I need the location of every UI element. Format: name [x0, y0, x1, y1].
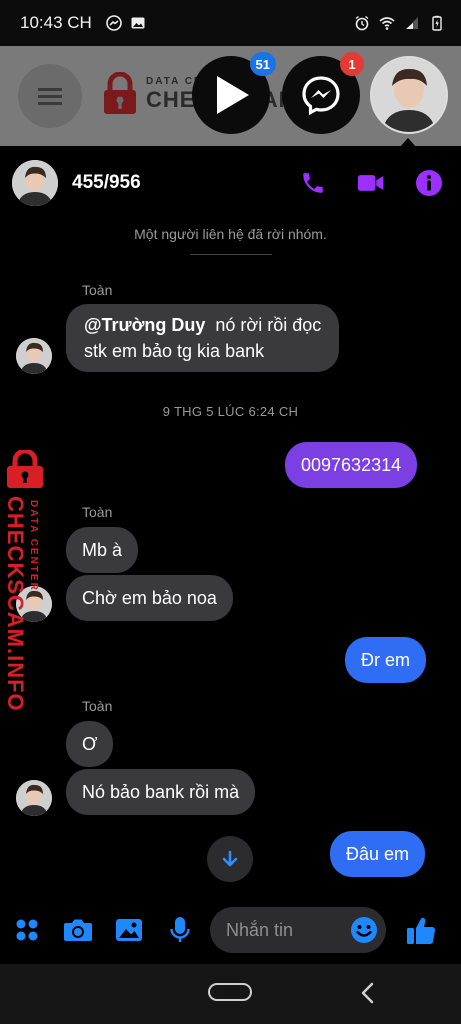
chat-header: 455/956: [0, 146, 461, 220]
watermark-padlock-icon: [7, 450, 43, 488]
scroll-to-bottom-button[interactable]: [207, 836, 253, 882]
conversation-info-button[interactable]: [415, 169, 443, 197]
arrow-down-icon: [222, 850, 238, 867]
system-navigation-bar: [0, 964, 461, 1024]
message-input[interactable]: [226, 919, 350, 941]
messenger-chat-head[interactable]: 1: [282, 52, 364, 134]
sender-avatar[interactable]: [16, 338, 52, 374]
incoming-message-bubble[interactable]: Mb à: [66, 527, 139, 573]
hamburger-menu-icon: [18, 64, 82, 128]
status-bar: 10:43 CH: [0, 0, 461, 46]
conversation-title[interactable]: 455/956: [72, 172, 141, 194]
camera-icon: [64, 919, 92, 941]
messenger-icon: [302, 76, 340, 115]
padlock-icon: [104, 72, 136, 114]
message-sender: Toàn: [82, 698, 113, 714]
voice-message-button[interactable]: [165, 915, 195, 945]
phone-icon: [303, 173, 323, 193]
home-button[interactable]: [208, 983, 252, 1001]
incoming-message-bubble[interactable]: Nó bảo bank rồi mà: [66, 769, 256, 815]
battery-icon: [432, 15, 442, 31]
message-sender: Toàn: [82, 282, 113, 298]
group-avatar[interactable]: [12, 160, 58, 206]
signal-icon: [406, 17, 418, 29]
video-badge: 51: [249, 52, 276, 76]
user-mention[interactable]: @Trường Duy: [84, 315, 205, 335]
more-actions-button[interactable]: [12, 915, 42, 945]
message-sender: Toàn: [82, 504, 113, 520]
watermark: DATA CENTER CHECKSCAM.INFO: [0, 450, 44, 712]
video-chat-head[interactable]: 51: [192, 52, 276, 134]
image-notification-icon: [131, 17, 145, 29]
video-call-icon: [357, 175, 384, 191]
divider: [190, 254, 272, 255]
thumbs-up-icon: [407, 917, 436, 945]
outgoing-message-bubble[interactable]: Đâu em: [330, 831, 426, 877]
mic-icon: [170, 917, 190, 942]
sender-avatar[interactable]: [16, 780, 52, 816]
send-like-button[interactable]: [404, 913, 438, 947]
gallery-icon: [116, 919, 142, 941]
info-icon: [416, 170, 442, 196]
message-composer: [0, 898, 461, 962]
back-icon[interactable]: [358, 982, 378, 1004]
incoming-message-bubble[interactable]: @Trường Duy nó rời rồi đọc stk em bảo tg…: [66, 304, 340, 372]
camera-button[interactable]: [63, 915, 93, 945]
outgoing-message-bubble[interactable]: 0097632314: [285, 442, 418, 488]
outgoing-message-bubble[interactable]: Đr em: [345, 637, 426, 683]
gallery-button[interactable]: [114, 915, 144, 945]
contact-chat-head-avatar[interactable]: [370, 56, 448, 134]
voice-call-button[interactable]: [299, 169, 327, 197]
alarm-icon: [355, 15, 369, 31]
incoming-message-bubble[interactable]: Ơ: [66, 721, 114, 767]
chat-panel: 455/956 Một người liên hệ đã rời nhóm. T…: [0, 146, 461, 964]
incoming-message-bubble[interactable]: Chờ em bảo noa: [66, 575, 233, 621]
message-input-wrapper: [210, 907, 386, 953]
apps-icon: [16, 919, 38, 941]
system-notice: Một người liên hệ đã rời nhóm.: [134, 226, 327, 242]
video-call-button[interactable]: [357, 169, 385, 197]
status-time: 10:43 CH: [20, 13, 92, 32]
messenger-badge: 1: [340, 52, 364, 76]
message-timestamp: 9 THG 5 LÚC 6:24 CH: [162, 404, 299, 419]
wifi-icon: [379, 17, 395, 30]
emoji-icon[interactable]: [350, 916, 378, 944]
messenger-notification-icon: [106, 15, 122, 31]
play-icon: [217, 76, 249, 114]
